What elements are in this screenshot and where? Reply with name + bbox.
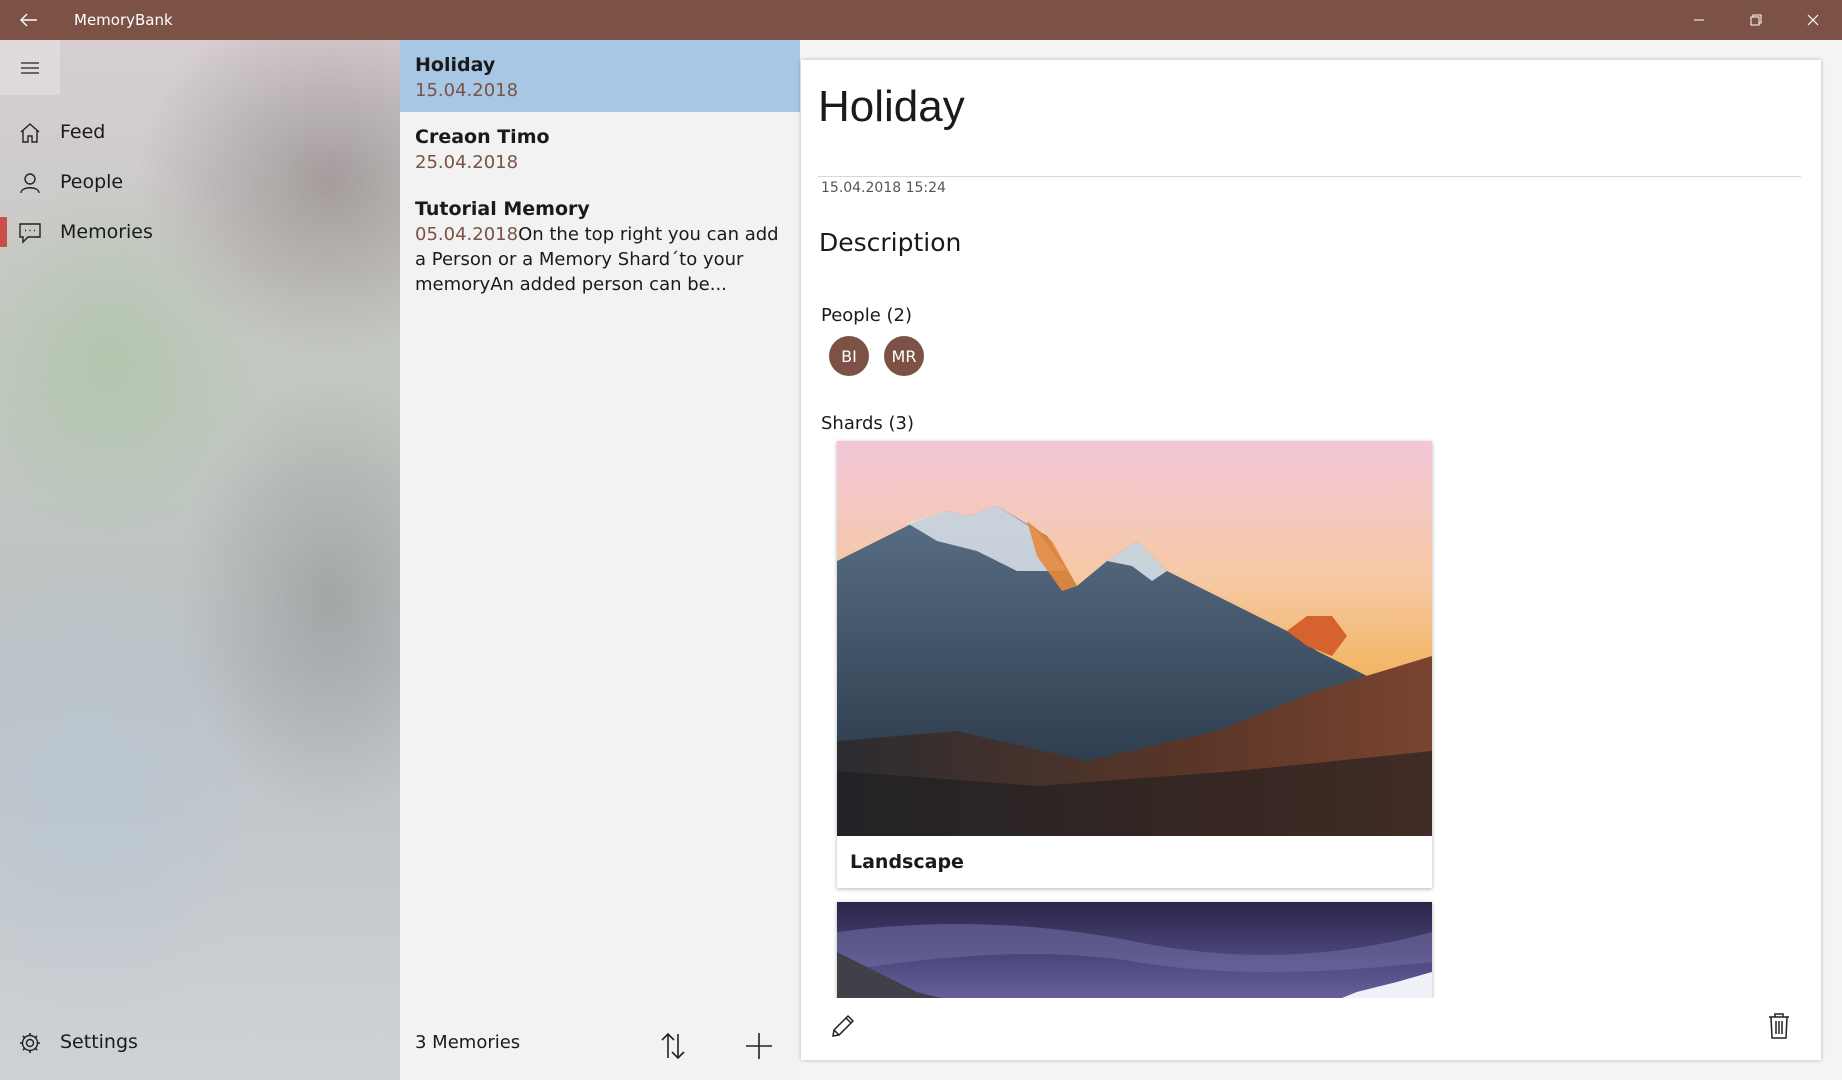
nav-item-people[interactable]: People	[0, 157, 400, 207]
shards-heading: Shards (3)	[821, 413, 914, 434]
navigation-pane: Feed People Memories Settings	[0, 40, 400, 1080]
memory-title: Holiday	[415, 54, 496, 76]
memory-title: Tutorial Memory	[415, 198, 590, 220]
restore-icon	[1750, 14, 1762, 26]
nav-item-settings[interactable]: Settings	[0, 1017, 400, 1067]
back-button[interactable]	[0, 0, 58, 40]
memory-preview: 05.04.2018On the top right you can add a…	[415, 222, 785, 297]
selected-indicator	[0, 217, 7, 247]
trash-icon	[1769, 1013, 1789, 1039]
title-divider	[818, 176, 1801, 177]
hamburger-icon	[21, 61, 39, 74]
close-button[interactable]	[1784, 0, 1842, 40]
nav-item-people-label: People	[60, 171, 124, 193]
hamburger-button[interactable]	[0, 40, 60, 95]
memories-count: 3 Memories	[415, 1032, 521, 1053]
title-bar: MemoryBank	[0, 0, 1842, 40]
nav-item-memories-label: Memories	[60, 221, 153, 243]
memory-detail-card: Holiday 15.04.2018 15:24 Description Peo…	[801, 60, 1821, 1060]
plus-icon	[746, 1033, 772, 1059]
memory-detail-title: Holiday	[818, 82, 965, 131]
memory-date: 15.04.2018	[415, 80, 519, 101]
minimize-icon	[1694, 19, 1704, 21]
description-heading: Description	[819, 228, 962, 257]
add-memory-button[interactable]	[737, 1024, 781, 1068]
sort-button[interactable]	[651, 1024, 695, 1068]
delete-button[interactable]	[1757, 1004, 1801, 1048]
memory-title: Creaon Timo	[415, 126, 550, 148]
shard-caption: Landscape	[850, 851, 964, 873]
mountain-sunset-photo	[837, 441, 1432, 836]
pencil-icon	[832, 1014, 855, 1037]
memory-detail-timestamp: 15.04.2018 15:24	[821, 180, 946, 196]
person-icon	[20, 173, 40, 194]
people-heading: People (2)	[821, 305, 913, 326]
app-title: MemoryBank	[74, 11, 173, 29]
memory-date: 05.04.2018	[415, 224, 519, 245]
memories-list-pane: Holiday 15.04.2018 Creaon Timo 25.04.201…	[400, 40, 800, 1080]
list-command-bar: 3 Memories	[400, 1010, 800, 1080]
avatar[interactable]: BI	[829, 336, 869, 376]
gear-icon	[20, 1033, 40, 1053]
list-item[interactable]: Tutorial Memory 05.04.2018On the top rig…	[400, 184, 800, 297]
detail-command-bar	[801, 998, 1821, 1060]
edit-button[interactable]	[821, 1004, 865, 1048]
shard-card[interactable]: Landscape	[837, 441, 1432, 888]
sort-icon	[661, 1032, 685, 1060]
close-icon	[1807, 14, 1819, 26]
memory-date: 25.04.2018	[415, 152, 519, 173]
nav-item-feed[interactable]: Feed	[0, 107, 400, 157]
restore-button[interactable]	[1727, 0, 1785, 40]
list-item[interactable]: Holiday 15.04.2018	[400, 40, 800, 112]
memory-detail-pane: Holiday 15.04.2018 15:24 Description Peo…	[800, 40, 1842, 1080]
list-item[interactable]: Creaon Timo 25.04.2018	[400, 112, 800, 184]
chat-icon	[19, 223, 41, 244]
nav-item-feed-label: Feed	[60, 121, 106, 143]
avatar[interactable]: MR	[884, 336, 924, 376]
nav-item-memories[interactable]: Memories	[0, 207, 400, 257]
nav-item-settings-label: Settings	[60, 1031, 138, 1053]
minimize-button[interactable]	[1670, 0, 1728, 40]
home-icon	[20, 123, 40, 143]
back-arrow-icon	[20, 13, 37, 27]
